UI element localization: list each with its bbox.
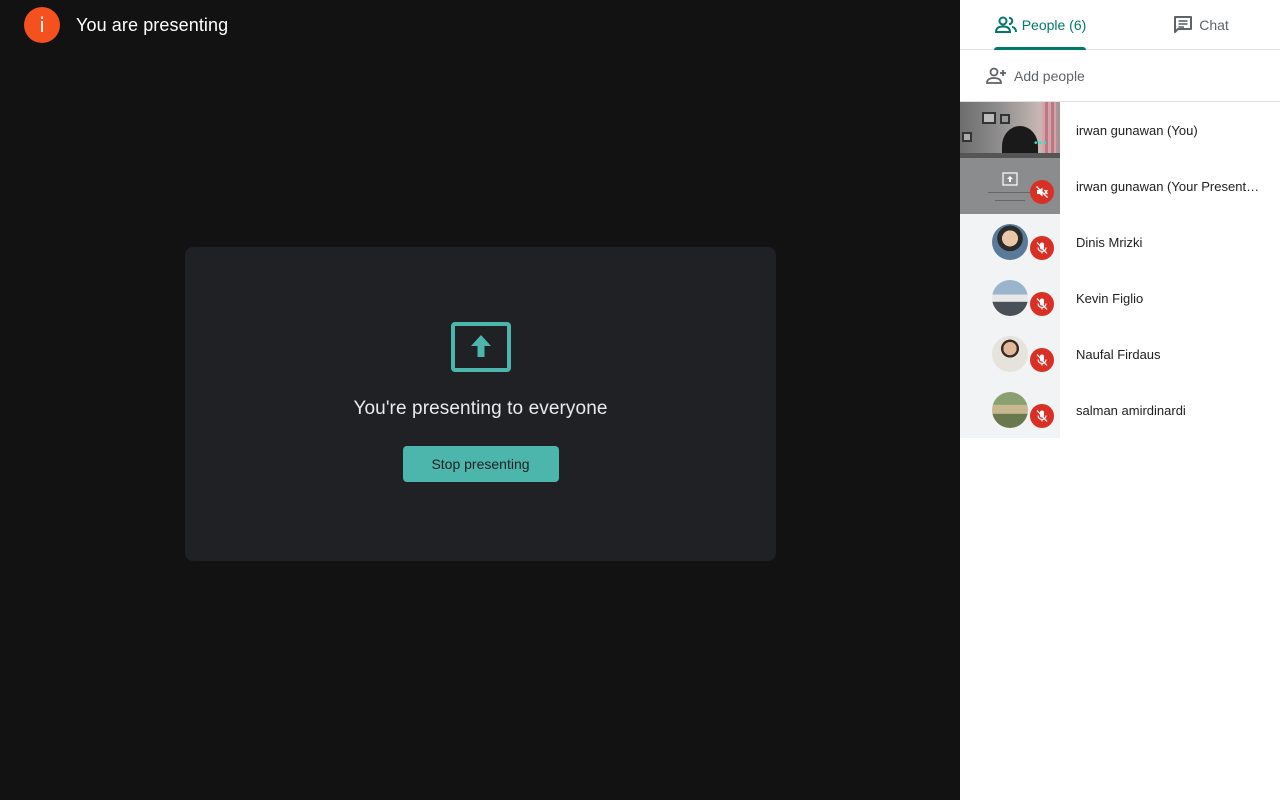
participant-thumbnail: [960, 158, 1060, 214]
add-people-label: Add people: [1014, 67, 1085, 84]
mic-off-icon: [1030, 292, 1054, 316]
list-item[interactable]: ••• irwan gunawan (You): [960, 102, 1280, 158]
stop-presenting-button[interactable]: Stop presenting: [402, 446, 559, 482]
side-panel: People (6) Chat Add people ••• irwan gun…: [960, 0, 1280, 800]
participant-thumbnail: [960, 214, 1060, 270]
present-screen-icon: [450, 322, 511, 372]
panel-tabs: People (6) Chat: [960, 0, 1280, 50]
participant-name: Dinis Mrizki: [1076, 234, 1143, 250]
avatar: [992, 392, 1028, 428]
avatar: [992, 280, 1028, 316]
people-list: ••• irwan gunawan (You) irwan gunawan (Y…: [960, 102, 1280, 438]
meeting-app: i You are presenting You're presenting t…: [0, 0, 1280, 800]
participant-thumbnail: •••: [960, 102, 1060, 158]
tab-chat[interactable]: Chat: [1120, 0, 1280, 49]
mic-off-icon: [1030, 404, 1054, 428]
avatar: [992, 224, 1028, 260]
active-tab-indicator: [994, 47, 1086, 50]
presenting-message: You're presenting to everyone: [353, 398, 608, 419]
participant-name: salman amirdinardi: [1076, 402, 1186, 418]
participant-name: Naufal Firdaus: [1076, 346, 1161, 362]
participant-name: irwan gunawan (Your Presentation): [1076, 178, 1264, 194]
list-item[interactable]: salman amirdinardi: [960, 382, 1280, 438]
participant-name: irwan gunawan (You): [1076, 122, 1198, 138]
add-people-button[interactable]: Add people: [960, 50, 1280, 102]
participant-name: Kevin Figlio: [1076, 290, 1144, 306]
list-item[interactable]: Dinis Mrizki: [960, 214, 1280, 270]
people-icon: [994, 16, 1017, 33]
chat-icon: [1174, 15, 1193, 33]
present-screen-icon: [1002, 172, 1018, 186]
camera-video-thumbnail: •••: [960, 102, 1060, 158]
list-item[interactable]: Naufal Firdaus: [960, 326, 1280, 382]
participant-thumbnail: [960, 326, 1060, 382]
mic-off-icon: [1030, 348, 1054, 372]
mic-off-icon: [1030, 236, 1054, 260]
speaker-off-icon: [1030, 180, 1054, 204]
main-stage: i You are presenting You're presenting t…: [0, 0, 960, 800]
info-icon[interactable]: i: [24, 7, 60, 43]
participant-thumbnail: [960, 270, 1060, 326]
participant-thumbnail: [960, 382, 1060, 438]
tab-people[interactable]: People (6): [960, 0, 1120, 50]
list-item[interactable]: irwan gunawan (Your Presentation): [960, 158, 1280, 214]
tab-people-label: People (6): [1021, 16, 1087, 33]
presenting-card: You're presenting to everyone Stop prese…: [185, 247, 776, 561]
presenting-title: You are presenting: [76, 14, 229, 35]
tab-chat-label: Chat: [1199, 16, 1229, 33]
list-item[interactable]: Kevin Figlio: [960, 270, 1280, 326]
add-person-icon: [986, 67, 1006, 84]
speaking-indicator-icon: •••: [1034, 138, 1048, 149]
presenting-header: i You are presenting: [24, 7, 228, 43]
avatar: [992, 336, 1028, 372]
